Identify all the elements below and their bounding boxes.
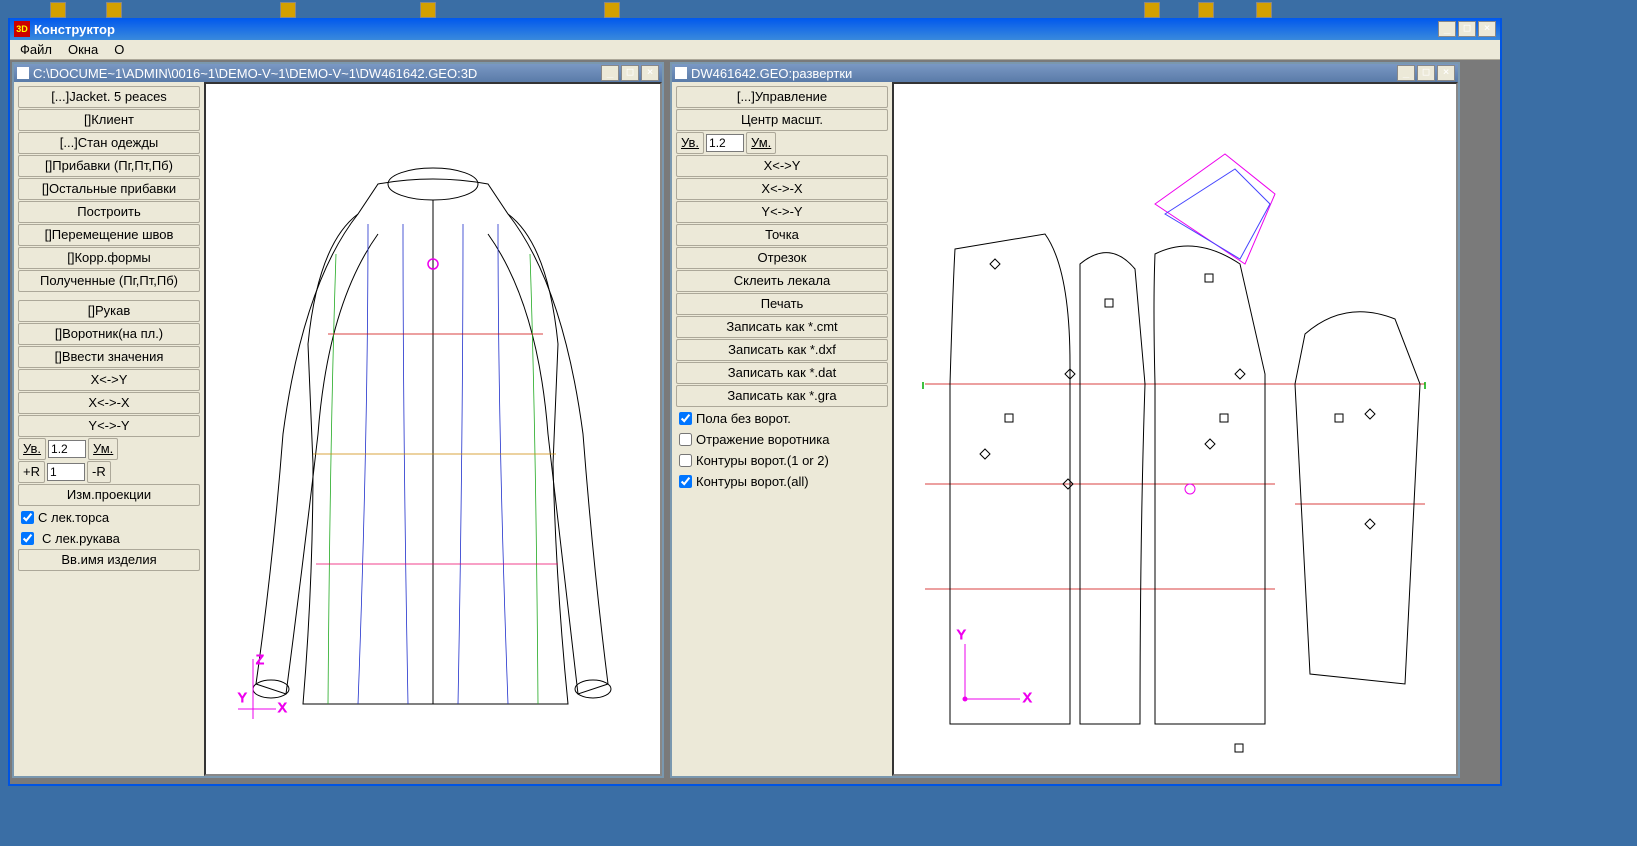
btn-yy2[interactable]: Y<->-Y	[676, 201, 888, 223]
btn-zoom-out[interactable]: Ум.	[88, 438, 118, 460]
minimize-button[interactable]: _	[1438, 21, 1456, 37]
btn-plus-r[interactable]: +R	[18, 461, 45, 483]
btn-korr-formy[interactable]: []Корр.формы	[18, 247, 200, 269]
btn-zoom-in[interactable]: Ув.	[18, 438, 46, 460]
btn-pribavki[interactable]: []Прибавки (Пг,Пт,Пб)	[18, 155, 200, 177]
btn-client[interactable]: []Клиент	[18, 109, 200, 131]
chk-rukava[interactable]	[21, 532, 34, 545]
btn-xy2[interactable]: X<->Y	[676, 155, 888, 177]
chk-rukava-label: С лек.рукава	[42, 531, 120, 546]
btn-rukav[interactable]: []Рукав	[18, 300, 200, 322]
btn-xx2[interactable]: X<->-X	[676, 178, 888, 200]
chk-row-otr[interactable]: Отражение воротника	[676, 429, 888, 449]
svg-text:X: X	[1023, 690, 1032, 705]
right-side-panel: [...]Управление Центр масшт. Ув. Ум. X<-…	[672, 82, 892, 776]
child-window-flat: DW461642.GEO:развертки _ □ × [...]Управл…	[670, 62, 1460, 778]
child-close-button[interactable]: ×	[1437, 65, 1455, 81]
chk-pola[interactable]	[679, 412, 692, 425]
btn-centr-masht[interactable]: Центр масшт.	[676, 109, 888, 131]
btn-save-cmt[interactable]: Записать как *.cmt	[676, 316, 888, 338]
svg-text:Z: Z	[256, 652, 264, 667]
chk-otr[interactable]	[679, 433, 692, 446]
btn-xy[interactable]: X<->Y	[18, 369, 200, 391]
chk-torsa[interactable]	[21, 511, 34, 524]
btn-vorotnik[interactable]: []Воротник(на пл.)	[18, 323, 200, 345]
chk-kont1[interactable]	[679, 454, 692, 467]
close-button[interactable]: ×	[1478, 21, 1496, 37]
app-title: Конструктор	[34, 22, 1438, 37]
btn-yy[interactable]: Y<->-Y	[18, 415, 200, 437]
btn-tochka[interactable]: Точка	[676, 224, 888, 246]
child-3d-titlebar[interactable]: C:\DOCUME~1\ADMIN\0016~1\DEMO-V~1\DEMO-V…	[14, 64, 662, 82]
child-minimize-button[interactable]: _	[601, 65, 619, 81]
chk-row-kontall[interactable]: Контуры ворот.(all)	[676, 471, 888, 491]
zoom-input2[interactable]	[706, 134, 744, 152]
app-titlebar[interactable]: 3D Конструктор _ □ ×	[10, 18, 1500, 40]
child-flat-title: DW461642.GEO:развертки	[691, 66, 1397, 81]
doc-icon	[17, 67, 29, 79]
btn-perem-shvov[interactable]: []Перемещение швов	[18, 224, 200, 246]
btn-jacket[interactable]: [...]Jacket. 5 peaces	[18, 86, 200, 108]
app-icon: 3D	[14, 21, 30, 37]
child-3d-title: C:\DOCUME~1\ADMIN\0016~1\DEMO-V~1\DEMO-V…	[33, 66, 601, 81]
btn-xx[interactable]: X<->-X	[18, 392, 200, 414]
child-window-3d: C:\DOCUME~1\ADMIN\0016~1\DEMO-V~1\DEMO-V…	[12, 62, 664, 778]
btn-poluch[interactable]: Полученные (Пг,Пт,Пб)	[18, 270, 200, 292]
child-minimize-button[interactable]: _	[1397, 65, 1415, 81]
chk-kontall-label: Контуры ворот.(all)	[696, 474, 809, 489]
btn-zoom-in2[interactable]: Ув.	[676, 132, 704, 154]
btn-upravlenie[interactable]: [...]Управление	[676, 86, 888, 108]
child-maximize-button[interactable]: □	[621, 65, 639, 81]
main-app-window: 3D Конструктор _ □ × Файл Окна О C:\DOCU…	[8, 18, 1502, 786]
btn-save-dat[interactable]: Записать как *.dat	[676, 362, 888, 384]
maximize-button[interactable]: □	[1458, 21, 1476, 37]
menu-windows[interactable]: Окна	[64, 42, 102, 57]
doc-icon	[675, 67, 687, 79]
btn-izm-proj[interactable]: Изм.проекции	[18, 484, 200, 506]
menubar: Файл Окна О	[10, 40, 1500, 60]
svg-text:Y: Y	[238, 690, 247, 705]
menu-file[interactable]: Файл	[16, 42, 56, 57]
chk-row-kont1[interactable]: Контуры ворот.(1 or 2)	[676, 450, 888, 470]
mdi-client-area: C:\DOCUME~1\ADMIN\0016~1\DEMO-V~1\DEMO-V…	[10, 60, 1500, 784]
pattern-flat-drawing: X Y	[894, 84, 1456, 774]
r-input[interactable]	[47, 463, 85, 481]
chk-kontall[interactable]	[679, 475, 692, 488]
btn-vvesti[interactable]: []Ввести значения	[18, 346, 200, 368]
btn-pechat[interactable]: Печать	[676, 293, 888, 315]
svg-text:Y: Y	[957, 627, 966, 642]
left-side-panel: [...]Jacket. 5 peaces []Клиент [...]Стан…	[14, 82, 204, 776]
btn-ost-pribavki[interactable]: []Остальные прибавки	[18, 178, 200, 200]
svg-text:X: X	[278, 700, 287, 715]
btn-skleit[interactable]: Склеить лекала	[676, 270, 888, 292]
child-close-button[interactable]: ×	[641, 65, 659, 81]
chk-row-pola[interactable]: Пола без ворот.	[676, 408, 888, 428]
chk-row-rukava[interactable]: С лек.рукава	[18, 528, 200, 548]
menu-about[interactable]: О	[110, 42, 128, 57]
btn-save-dxf[interactable]: Записать как *.dxf	[676, 339, 888, 361]
btn-save-gra[interactable]: Записать как *.gra	[676, 385, 888, 407]
btn-otrezok[interactable]: Отрезок	[676, 247, 888, 269]
chk-row-torsa[interactable]: С лек.торса	[18, 507, 200, 527]
btn-postroit[interactable]: Построить	[18, 201, 200, 223]
btn-stan[interactable]: [...]Стан одежды	[18, 132, 200, 154]
chk-otr-label: Отражение воротника	[696, 432, 830, 447]
btn-zoom-out2[interactable]: Ум.	[746, 132, 776, 154]
zoom-input[interactable]	[48, 440, 86, 458]
child-flat-titlebar[interactable]: DW461642.GEO:развертки _ □ ×	[672, 64, 1458, 82]
canvas-flat[interactable]: ✔	[892, 82, 1458, 776]
chk-pola-label: Пола без ворот.	[696, 411, 791, 426]
chk-kont1-label: Контуры ворот.(1 or 2)	[696, 453, 829, 468]
child-maximize-button[interactable]: □	[1417, 65, 1435, 81]
btn-vv-name[interactable]: Вв.имя изделия	[18, 549, 200, 571]
btn-minus-r[interactable]: -R	[87, 461, 111, 483]
chk-torsa-label: С лек.торса	[38, 510, 109, 525]
canvas-3d[interactable]: X Y Z	[204, 82, 662, 776]
jacket-3d-drawing: X Y Z	[206, 84, 660, 774]
